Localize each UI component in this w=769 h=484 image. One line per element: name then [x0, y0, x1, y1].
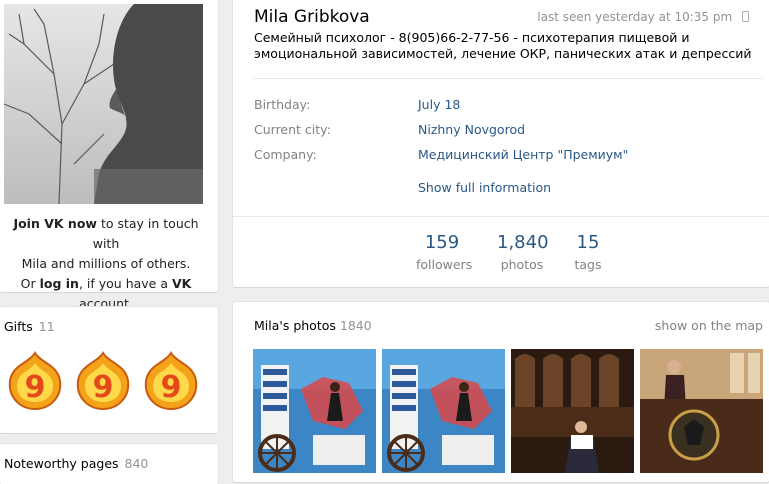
profile-status-text: Семейный психолог - 8(905)66-2-77-56 - п… — [254, 30, 752, 61]
gifts-count: 11 — [38, 319, 55, 334]
city-label: Current city: — [254, 122, 331, 137]
join-prompt: Join VK now to stay in touch with Mila a… — [13, 216, 199, 311]
city-value[interactable]: Nizhny Novgorod — [418, 122, 525, 137]
avatar-card: Join VK now to stay in touch with Mila a… — [0, 0, 218, 311]
divider — [254, 78, 763, 79]
svg-text:9: 9 — [25, 370, 46, 405]
gift-item[interactable]: 9 — [74, 351, 132, 413]
gift-item[interactable]: 9 — [142, 351, 200, 413]
svg-text:9: 9 — [161, 370, 182, 405]
profile-name: Mila Gribkova — [254, 7, 370, 27]
photo-thumbnail[interactable] — [253, 349, 376, 473]
profile-info-card: Mila Gribkova last seen yesterday at 10:… — [233, 0, 769, 287]
photo-thumbnail[interactable] — [640, 349, 763, 473]
birthday-value[interactable]: July 18 — [418, 97, 460, 112]
photo-thumbnail[interactable] — [511, 349, 634, 473]
birthday-label: Birthday: — [254, 97, 311, 112]
company-value[interactable]: Медицинский Центр "Премиум" — [418, 147, 628, 162]
photos-card: Mila's photos 1840 show on the map — [233, 302, 769, 482]
mobile-phone-icon — [742, 11, 749, 22]
noteworthy-header[interactable]: Noteworthy pages 840 — [4, 456, 148, 471]
followers-counter[interactable]: 159 followers — [416, 233, 472, 273]
gifts-header[interactable]: Gifts 11 — [4, 319, 55, 334]
join-vk-link[interactable]: Join VK now — [13, 216, 97, 231]
noteworthy-count: 840 — [124, 456, 149, 471]
company-label: Company: — [254, 147, 317, 162]
tags-counter[interactable]: 15 tags — [573, 233, 603, 273]
login-link[interactable]: log in — [40, 276, 79, 291]
profile-avatar[interactable] — [4, 4, 203, 204]
show-full-info-link[interactable]: Show full information — [418, 180, 551, 195]
show-on-map-link[interactable]: show on the map — [655, 318, 763, 333]
last-seen-status: last seen yesterday at 10:35 pm — [537, 10, 749, 24]
divider — [233, 216, 769, 217]
photos-count: 1840 — [339, 318, 372, 333]
svg-text:9: 9 — [93, 370, 114, 405]
noteworthy-card: Noteworthy pages 840 — [0, 444, 218, 484]
photos-counter[interactable]: 1,840 photos — [497, 233, 549, 273]
gift-item[interactable]: 9 — [6, 351, 64, 413]
photos-header[interactable]: Mila's photos 1840 — [254, 318, 372, 333]
gifts-card: Gifts 11 9 9 9 — [0, 307, 218, 433]
photo-thumbnail[interactable] — [382, 349, 505, 473]
